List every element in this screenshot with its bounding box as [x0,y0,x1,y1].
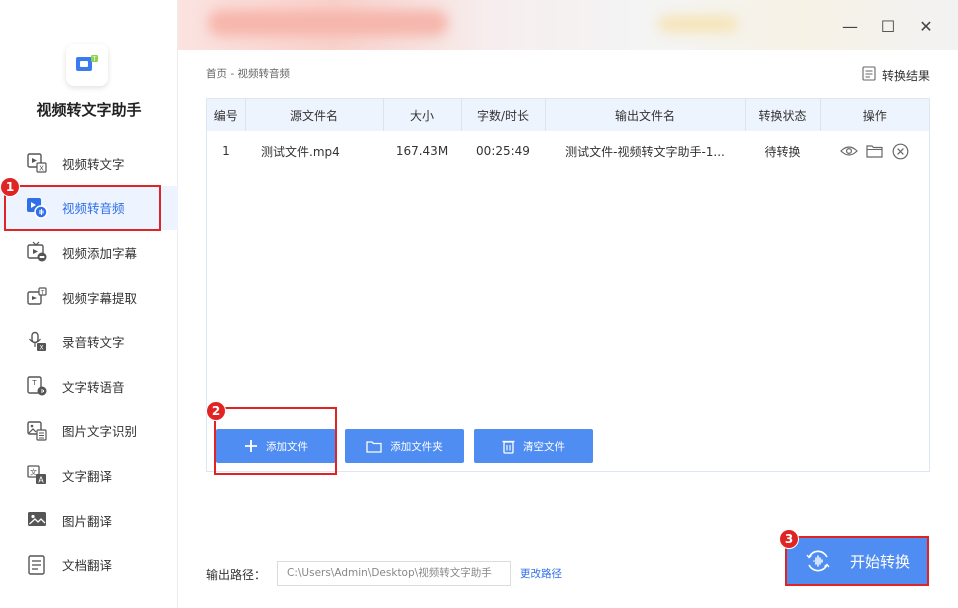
maximize-icon: ☐ [880,16,896,36]
output-path-field[interactable]: C:\Users\Admin\Desktop\视频转文字助手 [277,561,511,586]
table-header-row: 编号 源文件名 大小 字数/时长 输出文件名 转换状态 操作 [207,99,929,131]
conversion-result-link[interactable]: 转换结果 [862,66,930,84]
plus-icon [244,439,258,453]
sidebar-item-label: 文档翻译 [62,558,113,574]
add-file-button[interactable]: 添加文件 [216,429,336,463]
row-actions [820,131,929,171]
sidebar-item-video-to-audio[interactable]: 视频转音频 [0,185,178,231]
sidebar-item-label: 视频字幕提取 [62,290,138,306]
breadcrumb: 首页 - 视频转音频 [206,68,290,80]
document-icon [862,66,876,84]
svg-text:X: X [39,344,43,351]
sidebar-item-image-translate[interactable]: 图片翻译 [0,498,178,543]
delete-circle-x-icon[interactable] [892,142,910,160]
audio-convert-icon [804,547,832,575]
row-number: 1 [222,144,230,158]
video-to-audio-icon [26,197,48,219]
sidebar-item-recording-to-text[interactable]: X 录音转文字 [0,319,178,364]
open-folder-icon[interactable] [866,142,884,160]
maximize-button[interactable]: ☐ [876,14,900,38]
sidebar-item-image-ocr[interactable]: 图片文字识别 [0,409,178,454]
change-path-link[interactable]: 更改路径 [520,566,562,581]
text-to-speech-icon: T [26,375,48,397]
preview-eye-icon[interactable] [839,142,858,160]
sidebar: T 视频转文字助手 X 视频转文字 视频转音频 视频添加字幕 T 视频字幕提取 … [0,0,178,608]
video-to-text-icon: X [26,152,48,174]
output-file-name: 测试文件-视频转文字助手-1... [565,144,725,159]
sidebar-item-label: 视频转文字 [62,156,125,172]
output-path-label: 输出路径： [206,568,267,582]
minimize-button[interactable]: — [838,14,862,38]
start-conversion-button[interactable]: 开始转换 [787,538,927,584]
svg-text:X: X [39,165,44,173]
image-translate-icon [26,509,48,531]
sidebar-item-subtitle-extract[interactable]: T 视频字幕提取 [0,275,178,320]
sidebar-item-text-to-speech[interactable]: T 文字转语音 [0,364,178,409]
svg-text:A: A [38,476,44,485]
column-header: 源文件名 [245,99,384,131]
document-translate-icon [26,554,48,576]
sidebar-menu: X 视频转文字 视频转音频 视频添加字幕 T 视频字幕提取 X 录音转文字 T … [0,141,178,587]
app-title: 视频转文字助手 [36,101,142,119]
add-folder-label: 添加文件夹 [390,440,443,453]
close-icon: ✕ [919,16,933,36]
sidebar-item-label: 文字转语音 [62,379,125,395]
column-header: 操作 [862,108,887,123]
minimize-icon: — [842,16,858,36]
file-list-panel: 编号 源文件名 大小 字数/时长 输出文件名 转换状态 操作 1 测试文件.mp… [206,98,930,472]
file-duration: 00:25:49 [476,144,530,158]
blurred-banner [208,10,448,36]
sidebar-item-label: 录音转文字 [62,335,125,351]
sidebar-item-add-subtitle[interactable]: 视频添加字幕 [0,230,178,275]
annotation-marker-2: 2 [206,401,226,421]
subtitle-extract-icon: T [26,286,48,308]
add-folder-button[interactable]: 添加文件夹 [345,429,464,463]
source-file-name: 测试文件.mp4 [261,144,340,159]
svg-text:文: 文 [30,468,37,477]
start-conversion-label: 开始转换 [849,552,910,571]
sidebar-item-document-translate[interactable]: 文档翻译 [0,542,178,587]
app-logo-icon: T [66,44,108,86]
column-header: 字数/时长 [461,99,546,131]
close-button[interactable]: ✕ [914,14,938,38]
result-link-label: 转换结果 [881,68,930,83]
text-translate-icon: 文A [26,464,48,486]
sidebar-item-label: 图片文字识别 [62,424,138,440]
image-ocr-icon [26,420,48,442]
annotation-marker-1: 1 [0,177,20,197]
table-row[interactable]: 1 测试文件.mp4 167.43M 00:25:49 测试文件-视频转文字助手… [207,131,929,171]
file-size: 167.43M [395,144,449,158]
title-bar[interactable]: — ☐ ✕ [178,0,958,50]
sidebar-item-video-to-text[interactable]: X 视频转文字 [0,141,178,186]
sidebar-item-label: 视频转音频 [62,201,125,217]
column-header: 编号 [207,99,246,131]
sidebar-item-label: 图片翻译 [62,513,113,529]
blurred-banner [658,16,738,32]
add-file-label: 添加文件 [266,440,308,453]
conversion-status: 待转换 [764,144,801,159]
trash-icon [502,439,515,454]
sidebar-item-text-translate[interactable]: 文A 文字翻译 [0,453,178,498]
sidebar-item-label: 文字翻译 [62,468,113,484]
recording-to-text-icon: X [26,331,48,353]
file-table: 编号 源文件名 大小 字数/时长 输出文件名 转换状态 操作 1 测试文件.mp… [207,99,929,171]
svg-text:T: T [31,379,37,387]
svg-text:T: T [92,56,97,63]
clear-files-button[interactable]: 清空文件 [474,429,593,463]
clear-files-label: 清空文件 [523,440,565,453]
annotation-marker-3: 3 [779,529,799,549]
column-header: 输出文件名 [545,99,746,131]
add-subtitle-icon [26,241,48,263]
sidebar-item-label: 视频添加字幕 [62,245,138,261]
svg-text:T: T [40,290,45,296]
column-header: 转换状态 [745,99,821,131]
folder-icon [366,440,382,453]
column-header: 大小 [383,99,462,131]
